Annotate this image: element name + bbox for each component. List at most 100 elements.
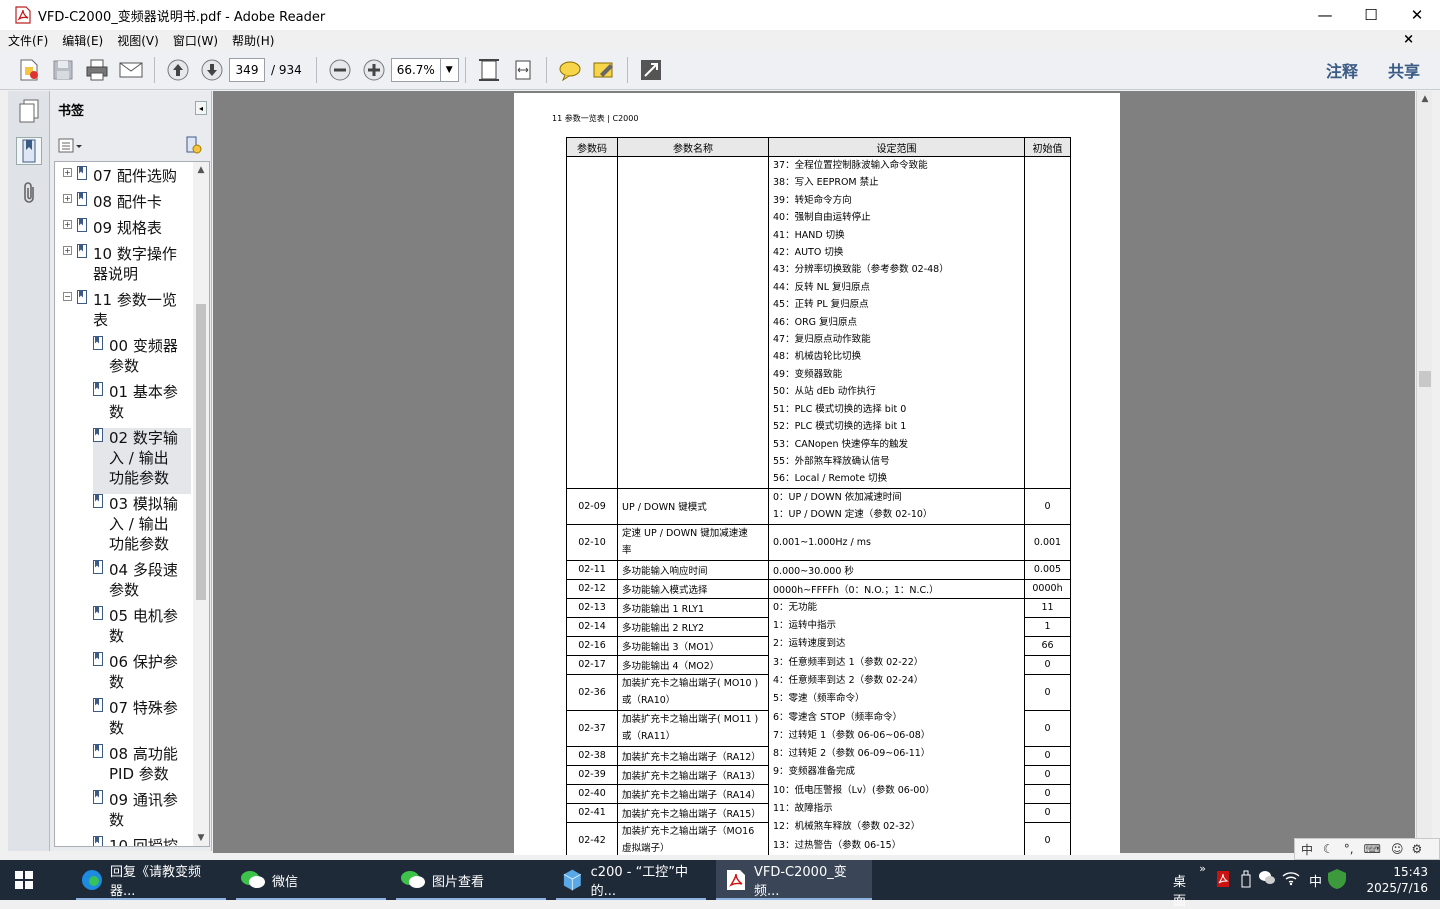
fullscreen-button[interactable] [637, 56, 665, 84]
bookmark-item[interactable]: 07 配件选购 [93, 166, 177, 186]
bookmark-item[interactable]: 10 数字操作 [93, 244, 177, 264]
bookmark-item[interactable]: 10 回授控 [109, 836, 178, 846]
zoom-out-button[interactable] [326, 56, 354, 84]
security-icon[interactable] [1326, 868, 1348, 894]
zoom-dropdown-button[interactable]: ▼ [440, 57, 459, 82]
bookmark-item[interactable]: 04 多段速 [109, 560, 178, 580]
bookmark-item[interactable]: 05 电机参 [109, 606, 178, 626]
ime-toolbar[interactable]: 中 ☾ °, ⌨ ☺ ⚙ [1294, 838, 1440, 860]
zoom-input[interactable]: 66.7% [390, 57, 441, 82]
bookmark-icon [93, 336, 103, 350]
wifi-icon[interactable] [1282, 870, 1300, 890]
desktop-toolbar-label[interactable]: 桌面 [1173, 871, 1186, 909]
options-menu-icon[interactable] [58, 137, 84, 158]
bookmark-item[interactable]: 00 变频器 [109, 336, 178, 356]
bookmark-item[interactable]: 08 高功能 [109, 744, 178, 764]
ime-language[interactable]: 中 [1301, 841, 1313, 858]
email-button[interactable] [117, 56, 145, 84]
range-line: 3：任意频率到达 1（参数 02-22） [773, 656, 924, 668]
chevron-right-icon[interactable]: » [1199, 862, 1206, 875]
fit-width-button[interactable] [509, 56, 537, 84]
page-number-input[interactable]: 349 [229, 57, 265, 82]
next-page-button[interactable] [198, 56, 226, 84]
taskbar-item-edge[interactable]: 回复《请教变频器... [76, 860, 226, 900]
range-cell: 0000h~FFFFh（0：N.O.；1：N.C.） [768, 578, 1025, 599]
punctuation-icon[interactable]: °, [1344, 842, 1354, 856]
document-viewer[interactable]: 11 参数一览表 | C2000 参数码 参数名称 设定范围 初始值 37：全程… [213, 91, 1415, 855]
create-pdf-button[interactable] [15, 56, 43, 84]
taskbar-item-image-viewer[interactable]: 图片查看 [396, 860, 546, 900]
usb-icon[interactable] [1240, 870, 1252, 892]
previous-page-button[interactable] [164, 56, 192, 84]
scroll-thumb[interactable] [196, 304, 206, 600]
bookmark-item[interactable]: 08 配件卡 [93, 192, 162, 212]
name-line: 或（RA11） [622, 731, 676, 743]
expand-icon [640, 59, 661, 80]
start-button[interactable] [0, 860, 48, 900]
fit-page-button[interactable] [475, 56, 503, 84]
param-name: 加装扩充卡之输出端子( MO10 ) 或（RA10） [617, 673, 769, 711]
envelope-icon [119, 62, 143, 77]
menu-help[interactable]: 帮助(H) [232, 32, 274, 49]
scroll-up-arrow[interactable]: ▲ [193, 162, 209, 178]
bookmark-item[interactable]: 03 模拟输 [109, 494, 178, 514]
zoom-in-button[interactable] [360, 56, 388, 84]
taskbar-item-wechat[interactable]: 微信 [236, 860, 386, 900]
annotate-pane-button[interactable]: 注释 [1326, 58, 1358, 82]
share-pane-button[interactable]: 共享 [1388, 58, 1420, 82]
new-bookmark-icon[interactable] [184, 136, 202, 157]
collapse-toggle[interactable]: − [63, 292, 72, 301]
expand-toggle[interactable]: + [63, 194, 72, 203]
panel-collapse-button[interactable]: ◂ [195, 101, 207, 115]
bookmark-icon [93, 606, 103, 620]
menu-file[interactable]: 文件(F) [8, 32, 48, 49]
minimize-button[interactable]: — [1302, 0, 1348, 30]
highlight-button[interactable] [590, 56, 618, 84]
bookmark-item[interactable]: 09 规格表 [93, 218, 162, 238]
moon-icon[interactable]: ☾ [1323, 842, 1334, 856]
param-code: 02-12 [566, 578, 618, 599]
document-close-button[interactable]: × [1403, 32, 1414, 47]
page-thumbnails-icon[interactable] [16, 97, 42, 125]
bookmark-item[interactable]: 06 保护参 [109, 652, 178, 672]
bookmark-item[interactable]: 11 参数一览 [93, 290, 177, 310]
menu-edit[interactable]: 编辑(E) [62, 32, 103, 49]
clock[interactable]: 15:43 2025/7/16 [1366, 864, 1428, 896]
window-title: VFD-C2000_变频器说明书.pdf - Adobe Reader [38, 9, 326, 25]
wechat-image-icon [401, 871, 425, 888]
menu-window[interactable]: 窗口(W) [173, 32, 218, 49]
bookmark-item-selected[interactable]: 02 数字输 [109, 428, 178, 448]
param-code: 02-13 [566, 597, 618, 618]
table-header: 参数名称 [617, 137, 769, 157]
bookmarks-icon[interactable] [16, 137, 42, 165]
attachments-icon[interactable] [16, 179, 42, 207]
scroll-thumb[interactable] [1419, 371, 1431, 387]
clock-time: 15:43 [1393, 865, 1428, 879]
keyboard-icon[interactable]: ⌨ [1364, 842, 1381, 856]
maximize-button[interactable]: ☐ [1348, 0, 1394, 30]
scroll-up-arrow[interactable]: ▲ [1417, 91, 1433, 107]
taskbar-item-c200[interactable]: c200 - “工控”中的... [556, 860, 706, 900]
taskbar-item-adobe-reader[interactable]: VFD-C2000_变频... [716, 860, 872, 900]
bookmark-scrollbar[interactable]: ▲ ▼ [193, 162, 209, 846]
settings-icon[interactable]: ⚙ [1411, 842, 1422, 856]
user-icon[interactable]: ☺ [1391, 842, 1404, 856]
wechat-tray-icon[interactable] [1258, 870, 1276, 890]
document-scrollbar[interactable]: ▲ [1416, 91, 1432, 853]
sticky-note-button[interactable] [556, 56, 584, 84]
toolbar-divider [464, 56, 466, 83]
expand-toggle[interactable]: + [63, 246, 72, 255]
bookmark-item[interactable]: 01 基本参 [109, 382, 178, 402]
expand-toggle[interactable]: + [63, 220, 72, 229]
bookmark-item[interactable]: 07 特殊参 [109, 698, 178, 718]
close-button[interactable]: ✕ [1394, 0, 1440, 30]
scroll-down-arrow[interactable]: ▼ [193, 830, 209, 846]
adobe-tray-icon[interactable] [1216, 870, 1230, 892]
save-button[interactable] [49, 56, 77, 84]
expand-toggle[interactable]: + [63, 168, 72, 177]
print-button[interactable] [83, 56, 111, 84]
range-line: 37：全程位置控制脉波输入命令致能 [773, 160, 928, 171]
ime-indicator[interactable]: 中 [1309, 871, 1322, 890]
bookmark-item[interactable]: 09 通讯参 [109, 790, 178, 810]
menu-view[interactable]: 视图(V) [117, 32, 159, 49]
